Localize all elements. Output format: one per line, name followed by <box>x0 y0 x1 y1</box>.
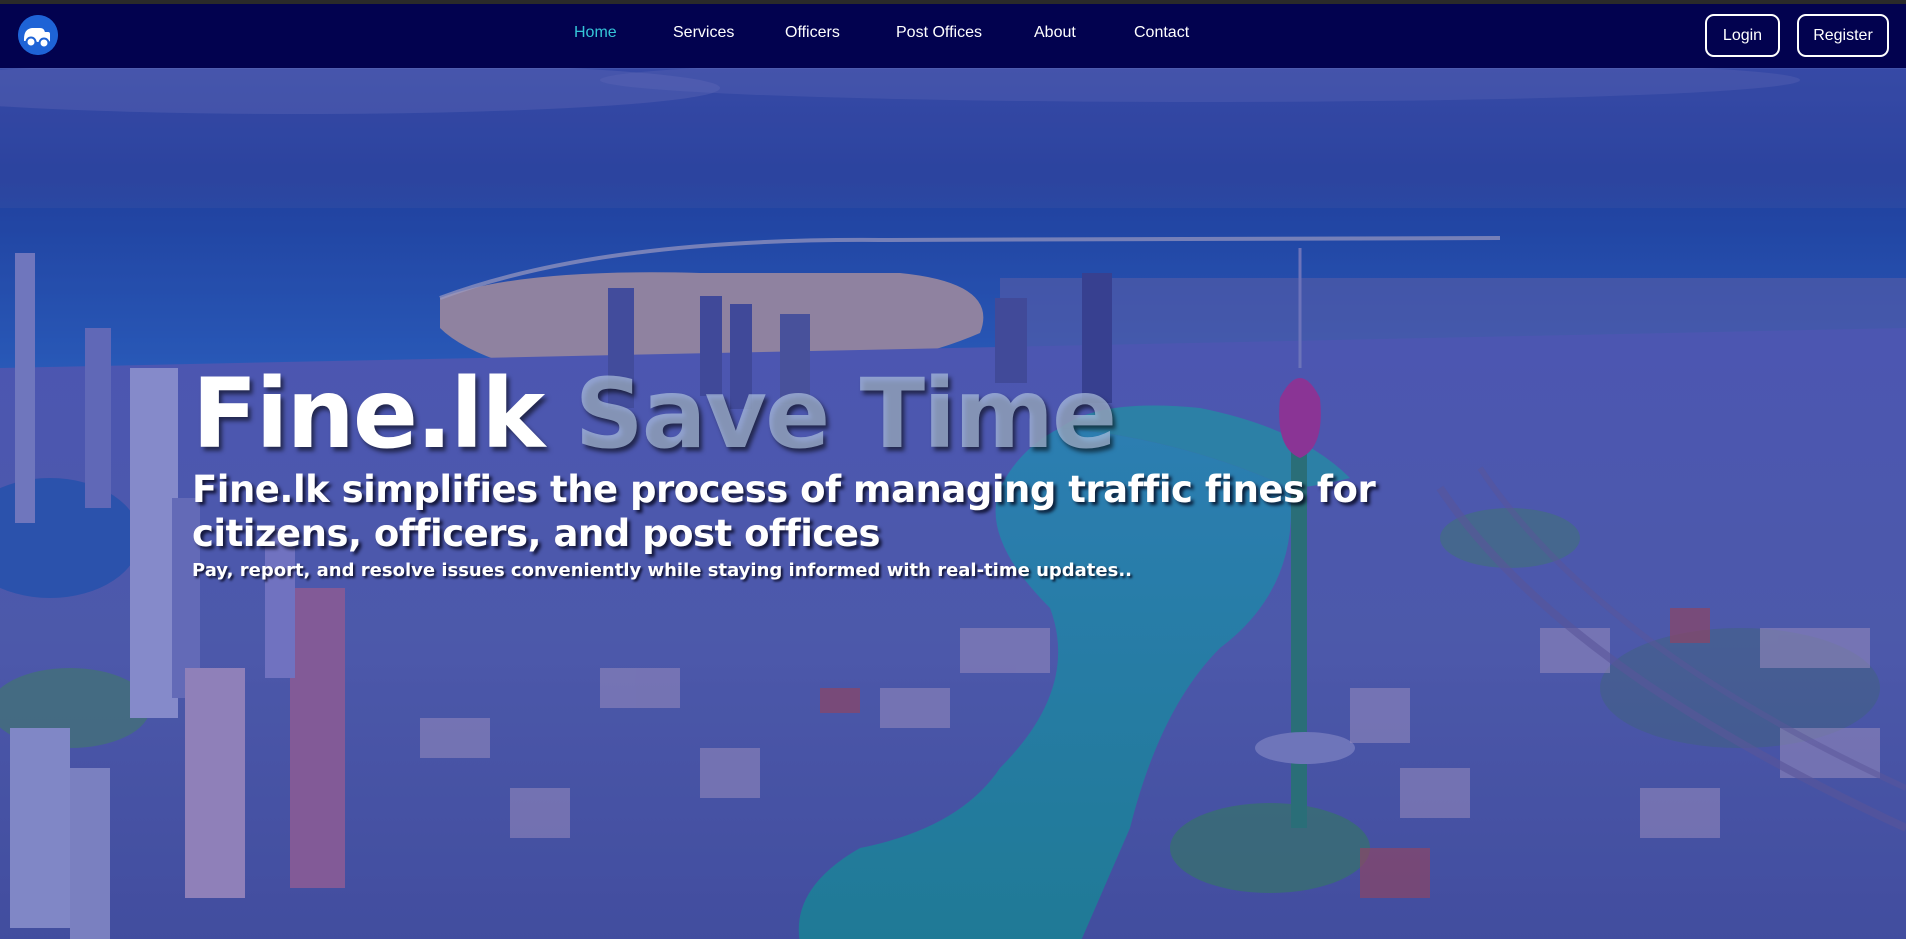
nav-link-about[interactable]: About <box>1034 24 1076 42</box>
page: Home Services Officers Post Offices Abou… <box>0 0 1906 939</box>
nav-link-post-offices[interactable]: Post Offices <box>896 24 982 42</box>
hero-title-accent: Save Time <box>574 358 1118 470</box>
nav-link-services[interactable]: Services <box>673 24 734 42</box>
nav-link-contact[interactable]: Contact <box>1134 24 1189 42</box>
nav-link-officers[interactable]: Officers <box>785 24 840 42</box>
nav-link-home[interactable]: Home <box>574 24 617 42</box>
navbar: Home Services Officers Post Offices Abou… <box>0 4 1906 68</box>
hero-title-brand: Fine.lk <box>192 358 545 470</box>
car-icon[interactable] <box>18 15 58 55</box>
hero-subtitle: Fine.lk simplifies the process of managi… <box>192 468 1376 555</box>
login-button[interactable]: Login <box>1705 14 1780 57</box>
register-button[interactable]: Register <box>1797 14 1889 57</box>
hero-title: Fine.lk Save Time <box>192 366 1492 462</box>
hero-text-block: Fine.lk Save Time Fine.lk simplifies the… <box>192 366 1492 581</box>
hero-section: Fine.lk Save Time Fine.lk simplifies the… <box>0 68 1906 939</box>
hero-description: Pay, report, and resolve issues convenie… <box>192 560 1132 581</box>
